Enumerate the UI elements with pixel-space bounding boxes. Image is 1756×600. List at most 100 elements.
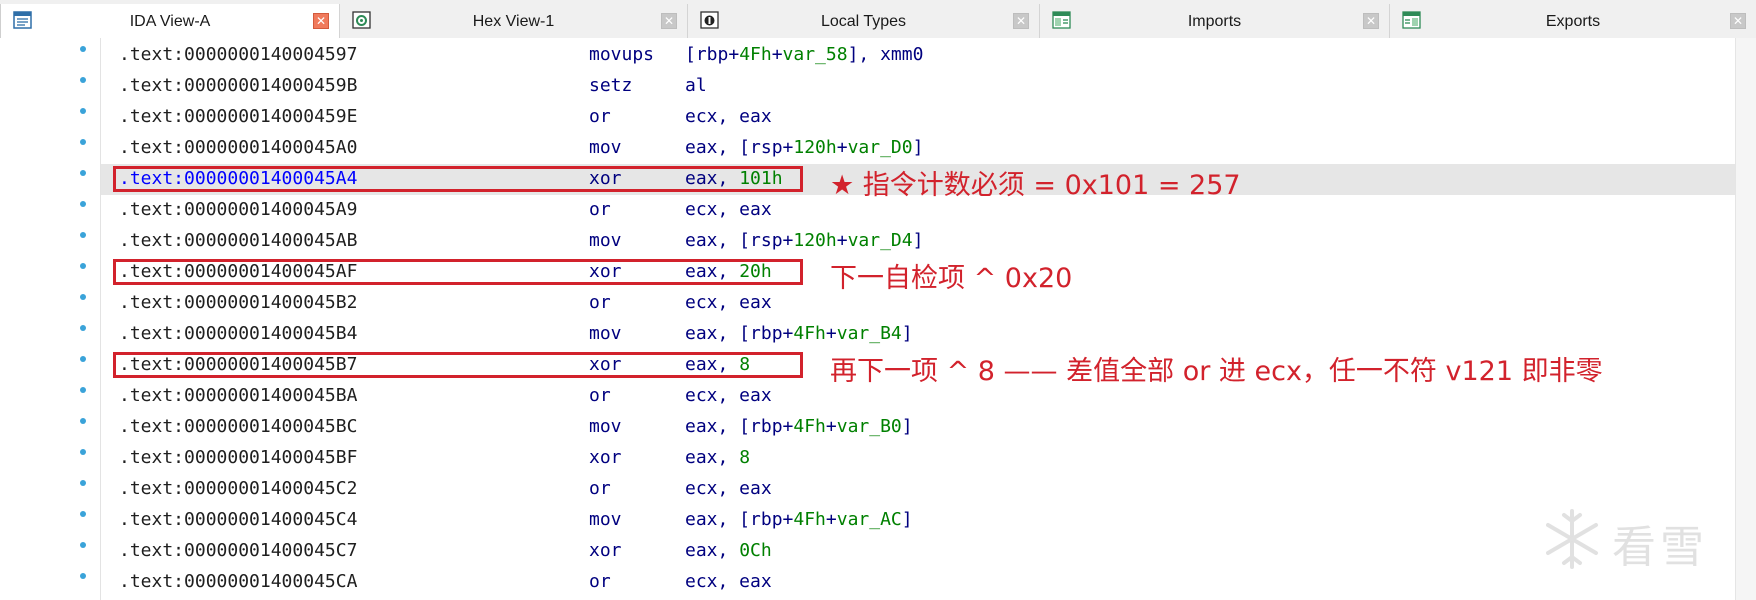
instruction-mnemonic[interactable]: xor: [589, 447, 622, 468]
code-line[interactable]: .text:00000001400045A0 mov eax, [rsp+120h+…: [101, 133, 1735, 164]
instruction-mnemonic[interactable]: xor: [589, 168, 622, 189]
breakpoint-dot[interactable]: [80, 46, 86, 52]
instruction-operands[interactable]: eax, [rbp+4Fh+var_AC]: [685, 509, 913, 530]
annotation-note: 再下一项 ^ 8 —— 差值全部 or 进 ecx，任一不符 v121 即非零: [830, 356, 1603, 387]
breakpoint-dot[interactable]: [80, 263, 86, 269]
line-address[interactable]: .text:00000001400045C4: [119, 509, 357, 530]
breakpoint-gutter[interactable]: [0, 38, 101, 600]
instruction-operands[interactable]: eax, 101h: [685, 168, 783, 189]
close-icon[interactable]: ✕: [313, 13, 329, 29]
line-address[interactable]: .text:00000001400045B4: [119, 323, 357, 344]
line-address[interactable]: .text:00000001400045AF: [119, 261, 357, 282]
instruction-operands[interactable]: eax, [rsp+120h+var_D0]: [685, 137, 923, 158]
instruction-mnemonic[interactable]: xor: [589, 540, 622, 561]
instruction-operands[interactable]: ecx, eax: [685, 292, 772, 313]
line-address[interactable]: .text:00000001400045A0: [119, 137, 357, 158]
breakpoint-dot[interactable]: [80, 480, 86, 486]
breakpoint-dot[interactable]: [80, 573, 86, 579]
instruction-operands[interactable]: eax, [rsp+120h+var_D4]: [685, 230, 923, 251]
instruction-mnemonic[interactable]: or: [589, 292, 611, 313]
instruction-mnemonic[interactable]: setz: [589, 75, 632, 96]
breakpoint-dot[interactable]: [80, 108, 86, 114]
tab-exports[interactable]: Exports ✕: [1390, 4, 1756, 38]
breakpoint-dot[interactable]: [80, 201, 86, 207]
instruction-operands[interactable]: al: [685, 75, 707, 96]
instruction-operands[interactable]: eax, 20h: [685, 261, 772, 282]
instruction-mnemonic[interactable]: xor: [589, 261, 622, 282]
code-line[interactable]: .text:00000001400045BC mov eax, [rbp+4Fh+v…: [101, 412, 1735, 443]
instruction-mnemonic[interactable]: or: [589, 385, 611, 406]
instruction-operands[interactable]: ecx, eax: [685, 199, 772, 220]
breakpoint-dot[interactable]: [80, 511, 86, 517]
annotation-note: ★ 指令计数必须 = 0x101 = 257: [830, 170, 1241, 201]
instruction-operands[interactable]: ecx, eax: [685, 385, 772, 406]
instruction-operands[interactable]: ecx, eax: [685, 478, 772, 499]
line-address[interactable]: .text:00000001400045BA: [119, 385, 357, 406]
instruction-mnemonic[interactable]: mov: [589, 323, 622, 344]
line-address[interactable]: .text:00000001400045B2: [119, 292, 357, 313]
code-line[interactable]: .text:00000001400045C4 mov eax, [rbp+4Fh+v…: [101, 505, 1735, 536]
breakpoint-dot[interactable]: [80, 77, 86, 83]
instruction-operands[interactable]: [rbp+4Fh+var_58], xmm0: [685, 44, 923, 65]
tab-imports[interactable]: Imports ✕: [1040, 4, 1390, 38]
code-line[interactable]: .text:00000001400045CA or ecx, eax: [101, 567, 1735, 598]
breakpoint-dot[interactable]: [80, 356, 86, 362]
line-address[interactable]: .text:00000001400045C2: [119, 478, 357, 499]
line-address[interactable]: .text:000000014000459E: [119, 106, 357, 127]
breakpoint-dot[interactable]: [80, 542, 86, 548]
operand-number: 8: [739, 447, 751, 468]
breakpoint-dot[interactable]: [80, 418, 86, 424]
line-address[interactable]: .text:00000001400045A4: [119, 168, 357, 189]
close-icon[interactable]: ✕: [1363, 13, 1379, 29]
code-line[interactable]: .text:0000000140004597 movups [rbp+4Fh+var…: [101, 40, 1735, 71]
instruction-operands[interactable]: ecx, eax: [685, 571, 772, 592]
breakpoint-dot[interactable]: [80, 139, 86, 145]
instruction-mnemonic[interactable]: mov: [589, 416, 622, 437]
instruction-mnemonic[interactable]: xor: [589, 354, 622, 375]
line-address[interactable]: .text:00000001400045CA: [119, 571, 357, 592]
instruction-operands[interactable]: eax, 8: [685, 447, 750, 468]
instruction-operands[interactable]: eax, 8: [685, 354, 750, 375]
breakpoint-dot[interactable]: [80, 449, 86, 455]
line-address[interactable]: .text:00000001400045BF: [119, 447, 357, 468]
breakpoint-dot[interactable]: [80, 387, 86, 393]
line-address[interactable]: .text:0000000140004597: [119, 44, 357, 65]
line-address[interactable]: .text:00000001400045B7: [119, 354, 357, 375]
code-line[interactable]: .text:00000001400045B4 mov eax, [rbp+4Fh+v…: [101, 319, 1735, 350]
line-address[interactable]: .text:00000001400045BC: [119, 416, 357, 437]
line-address[interactable]: .text:00000001400045C7: [119, 540, 357, 561]
instruction-mnemonic[interactable]: or: [589, 106, 611, 127]
code-line[interactable]: .text:000000014000459E or ecx, eax: [101, 102, 1735, 133]
code-line[interactable]: .text:00000001400045C7 xor eax, 0Ch: [101, 536, 1735, 567]
line-address[interactable]: .text:000000014000459B: [119, 75, 357, 96]
instruction-mnemonic[interactable]: movups: [589, 44, 654, 65]
disassembly-view[interactable]: .text:0000000140004597 movups [rbp+4Fh+var…: [0, 38, 1756, 600]
breakpoint-dot[interactable]: [80, 325, 86, 331]
close-icon[interactable]: ✕: [661, 13, 677, 29]
close-icon[interactable]: ✕: [1730, 13, 1746, 29]
tab-local-types[interactable]: Local Types ✕: [688, 4, 1040, 38]
code-line[interactable]: .text:00000001400045C2 or ecx, eax: [101, 474, 1735, 505]
line-address[interactable]: .text:00000001400045A9: [119, 199, 357, 220]
close-icon[interactable]: ✕: [1013, 13, 1029, 29]
instruction-operands[interactable]: eax, 0Ch: [685, 540, 772, 561]
tab-hex-view-1[interactable]: Hex View-1 ✕: [340, 4, 688, 38]
code-line[interactable]: .text:00000001400045AB mov eax, [rsp+120h+…: [101, 226, 1735, 257]
breakpoint-dot[interactable]: [80, 294, 86, 300]
operand-text: ]: [912, 230, 924, 251]
line-address[interactable]: .text:00000001400045AB: [119, 230, 357, 251]
instruction-mnemonic[interactable]: or: [589, 478, 611, 499]
instruction-mnemonic[interactable]: or: [589, 199, 611, 220]
breakpoint-dot[interactable]: [80, 232, 86, 238]
instruction-mnemonic[interactable]: mov: [589, 230, 622, 251]
instruction-mnemonic[interactable]: or: [589, 571, 611, 592]
instruction-operands[interactable]: eax, [rbp+4Fh+var_B0]: [685, 416, 913, 437]
instruction-operands[interactable]: eax, [rbp+4Fh+var_B4]: [685, 323, 913, 344]
tab-ida-view-a[interactable]: IDA View-A ✕: [0, 4, 340, 38]
breakpoint-dot[interactable]: [80, 170, 86, 176]
instruction-mnemonic[interactable]: mov: [589, 509, 622, 530]
instruction-mnemonic[interactable]: mov: [589, 137, 622, 158]
code-line[interactable]: .text:000000014000459B setz al: [101, 71, 1735, 102]
instruction-operands[interactable]: ecx, eax: [685, 106, 772, 127]
code-line[interactable]: .text:00000001400045BF xor eax, 8: [101, 443, 1735, 474]
